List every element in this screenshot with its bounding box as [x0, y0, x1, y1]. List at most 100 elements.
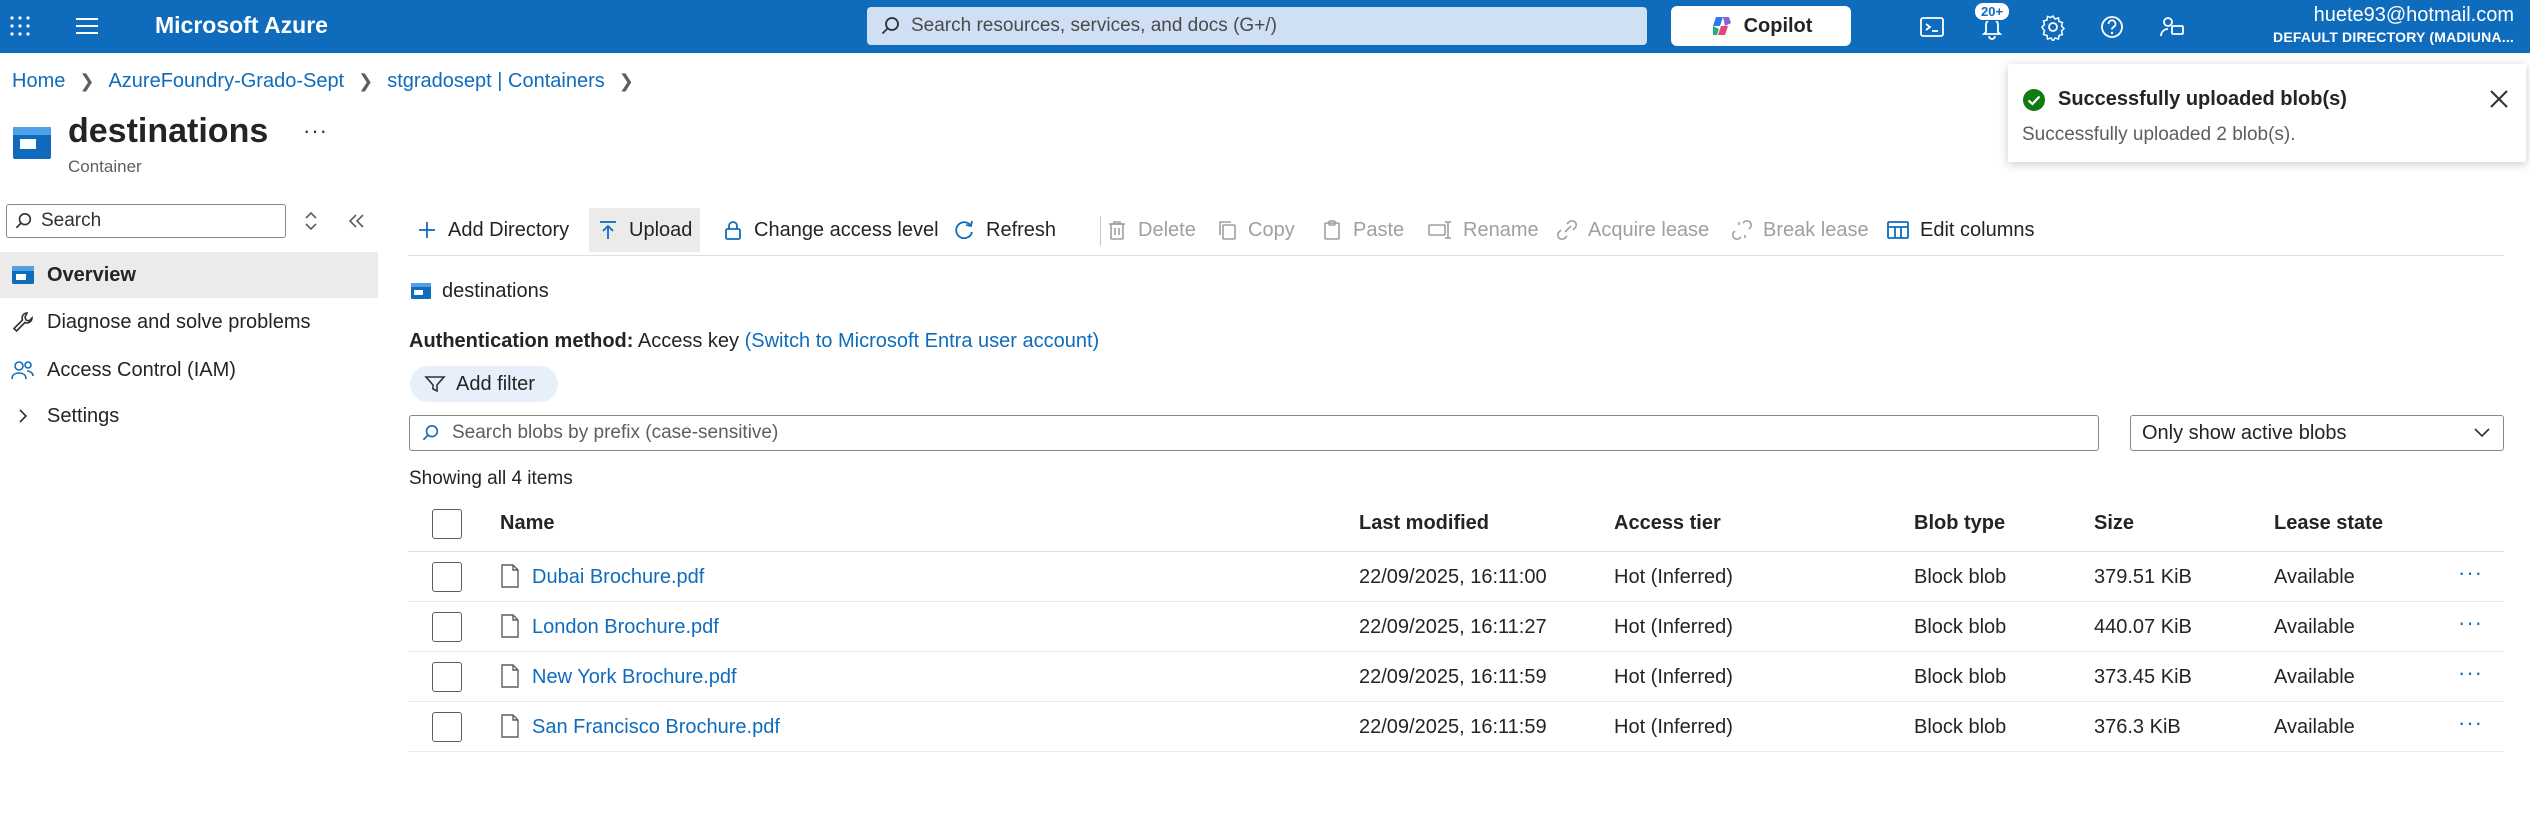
link-icon — [1556, 219, 1578, 241]
paste-button[interactable]: Paste — [1313, 208, 1412, 252]
cell-access-tier: Hot (Inferred) — [1614, 716, 1733, 738]
cell-lease-state: Available — [2274, 566, 2355, 588]
container-path: destinations — [442, 280, 549, 302]
select-all-checkbox[interactable] — [432, 509, 462, 539]
add-directory-label: Add Directory — [448, 218, 570, 241]
nav-item-access-control[interactable]: Access Control (IAM) — [0, 347, 378, 393]
menu-search[interactable] — [6, 204, 286, 238]
rename-button[interactable]: Rename — [1419, 208, 1547, 252]
copilot-label: Copilot — [1743, 14, 1813, 37]
blob-name-link[interactable]: San Francisco Brochure.pdf — [532, 716, 780, 739]
change-access-level-button[interactable]: Change access level — [714, 208, 947, 252]
cell-lease-state: Available — [2274, 666, 2355, 688]
file-icon — [501, 614, 519, 638]
cloud-shell-icon[interactable] — [1918, 13, 1946, 41]
acquire-lease-button[interactable]: Acquire lease — [1548, 208, 1717, 252]
breadcrumb-resource-group[interactable]: AzureFoundry-Grado-Sept — [108, 70, 344, 93]
copy-button[interactable]: Copy — [1208, 208, 1303, 252]
more-options-button[interactable]: ··· — [303, 118, 328, 144]
table-header: Name Last modified Access tier Blob type… — [408, 496, 2504, 552]
row-checkbox[interactable] — [432, 612, 462, 642]
cell-lease-state: Available — [2274, 616, 2355, 638]
nav-item-label: Access Control (IAM) — [47, 358, 236, 381]
row-checkbox[interactable] — [432, 662, 462, 692]
global-search-input[interactable] — [911, 15, 1611, 37]
file-icon — [501, 714, 519, 738]
nav-item-diagnose[interactable]: Diagnose and solve problems — [0, 299, 378, 345]
delete-button[interactable]: Delete — [1098, 208, 1204, 252]
copy-label: Copy — [1248, 218, 1295, 241]
account-menu[interactable]: huete93@hotmail.com DEFAULT DIRECTORY (M… — [2273, 4, 2514, 45]
edit-columns-button[interactable]: Edit columns — [1878, 208, 2043, 252]
blob-search[interactable] — [409, 415, 2099, 451]
column-header-access-tier[interactable]: Access tier — [1614, 512, 1721, 535]
upload-label: Upload — [629, 218, 693, 241]
people-icon — [11, 361, 34, 380]
breadcrumb-home[interactable]: Home — [12, 70, 65, 93]
command-bar: Add Directory Upload Change access level… — [408, 208, 2504, 256]
cell-blob-type: Block blob — [1914, 666, 2007, 688]
page-title: destinations — [68, 112, 269, 150]
add-filter-button[interactable]: Add filter — [410, 366, 558, 402]
nav-item-label: Overview — [47, 263, 136, 286]
filter-icon — [424, 376, 446, 393]
close-icon[interactable] — [2486, 86, 2512, 112]
feedback-icon[interactable] — [2158, 13, 2186, 41]
row-checkbox[interactable] — [432, 712, 462, 742]
container-icon — [12, 266, 34, 284]
table-row[interactable]: New York Brochure.pdf 22/09/2025, 16:11:… — [408, 652, 2504, 702]
break-lease-button[interactable]: Break lease — [1723, 208, 1877, 252]
app-launcher-icon[interactable] — [8, 14, 32, 38]
row-more-button[interactable]: ··· — [2458, 710, 2483, 736]
blob-name-link[interactable]: New York Brochure.pdf — [532, 666, 737, 689]
cell-last-modified: 22/09/2025, 16:11:59 — [1359, 716, 1547, 738]
chevron-right-icon: ❯ — [79, 71, 95, 91]
column-header-last-modified[interactable]: Last modified — [1359, 512, 1489, 535]
blob-name-link[interactable]: Dubai Brochure.pdf — [532, 566, 704, 589]
help-icon[interactable] — [2098, 13, 2126, 41]
table-row[interactable]: London Brochure.pdf 22/09/2025, 16:11:27… — [408, 602, 2504, 652]
cell-access-tier: Hot (Inferred) — [1614, 666, 1733, 688]
column-header-size[interactable]: Size — [2094, 512, 2134, 535]
nav-item-overview[interactable]: Overview — [0, 252, 378, 298]
add-filter-label: Add filter — [456, 372, 535, 395]
refresh-icon — [955, 220, 973, 240]
acquire-lease-label: Acquire lease — [1588, 218, 1710, 241]
row-more-button[interactable]: ··· — [2458, 610, 2483, 636]
breadcrumb-containers[interactable]: stgradosept | Containers — [387, 70, 605, 93]
global-search[interactable] — [867, 7, 1647, 45]
blob-search-input[interactable] — [452, 422, 2052, 444]
notification-badge: 20+ — [1974, 2, 2011, 21]
upload-button[interactable]: Upload — [589, 208, 701, 252]
copilot-icon — [1712, 17, 1731, 35]
account-directory: DEFAULT DIRECTORY (MADIUNA... — [2273, 29, 2514, 45]
delete-label: Delete — [1138, 218, 1196, 241]
row-checkbox[interactable] — [432, 562, 462, 592]
collapse-menu-icon[interactable] — [345, 210, 367, 232]
menu-search-input[interactable] — [41, 210, 271, 232]
search-icon — [422, 424, 439, 441]
blob-name-link[interactable]: London Brochure.pdf — [532, 616, 719, 639]
copilot-button[interactable]: Copilot — [1671, 6, 1851, 46]
column-header-name[interactable]: Name — [500, 512, 554, 535]
cell-size: 440.07 KiB — [2094, 616, 2192, 638]
trash-icon — [1109, 221, 1125, 240]
cell-last-modified: 22/09/2025, 16:11:27 — [1359, 616, 1547, 638]
columns-icon — [1887, 221, 1909, 239]
copy-icon — [1219, 221, 1236, 240]
column-header-lease-state[interactable]: Lease state — [2274, 512, 2383, 535]
add-directory-button[interactable]: Add Directory — [408, 208, 577, 252]
table-row[interactable]: Dubai Brochure.pdf 22/09/2025, 16:11:00 … — [408, 552, 2504, 602]
table-row[interactable]: San Francisco Brochure.pdf 22/09/2025, 1… — [408, 702, 2504, 752]
row-more-button[interactable]: ··· — [2458, 660, 2483, 686]
refresh-button[interactable]: Refresh — [944, 208, 1064, 252]
column-header-blob-type[interactable]: Blob type — [1914, 512, 2005, 535]
brand-name[interactable]: Microsoft Azure — [155, 12, 328, 39]
switch-auth-link[interactable]: (Switch to Microsoft Entra user account) — [745, 330, 1100, 352]
row-more-button[interactable]: ··· — [2458, 560, 2483, 586]
blob-state-dropdown[interactable]: Only show active blobs — [2130, 415, 2504, 451]
gear-icon[interactable] — [2039, 13, 2067, 41]
sort-icon[interactable] — [302, 210, 320, 232]
menu-icon[interactable] — [74, 14, 100, 38]
nav-item-settings[interactable]: Settings — [0, 393, 378, 439]
